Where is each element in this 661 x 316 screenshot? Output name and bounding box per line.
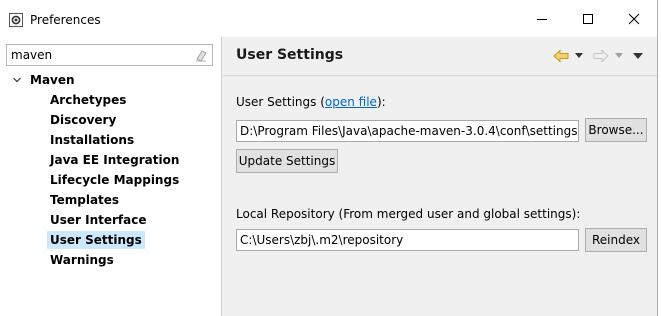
- close-button[interactable]: [611, 4, 657, 34]
- reindex-button[interactable]: Reindex: [585, 228, 647, 252]
- filter-input[interactable]: [9, 46, 191, 64]
- open-file-link[interactable]: open file: [325, 95, 377, 109]
- app-icon: [9, 13, 23, 27]
- tree-item-lifecycle-mappings[interactable]: Lifecycle Mappings: [47, 171, 182, 189]
- back-button[interactable]: [553, 47, 569, 65]
- tree-item-maven[interactable]: Maven: [10, 71, 75, 89]
- preference-tree-pane: Maven Archetypes Discovery Installations…: [0, 37, 222, 316]
- page-title: User Settings: [236, 47, 344, 63]
- user-settings-path-field[interactable]: D:\Program Files\Java\apache-maven-3.0.4…: [236, 120, 579, 142]
- tree-item-discovery[interactable]: Discovery: [47, 111, 119, 129]
- tree-item-user-interface[interactable]: User Interface: [47, 211, 150, 229]
- view-menu-button[interactable]: [633, 47, 643, 65]
- tree-item-user-settings[interactable]: User Settings: [47, 231, 145, 249]
- arrow-left-icon: [553, 49, 569, 63]
- tree-item-label: Maven: [30, 73, 75, 87]
- preferences-window: Preferences maven Maven Archetypes Disco…: [0, 0, 658, 316]
- preference-page: User Settings User Settings (open file):…: [223, 37, 657, 316]
- local-repository-path-field[interactable]: C:\Users\zbj\.m2\repository: [236, 229, 579, 251]
- browse-button[interactable]: Browse...: [585, 118, 647, 142]
- forward-dropdown[interactable]: [615, 47, 623, 65]
- update-settings-button[interactable]: Update Settings: [236, 149, 338, 173]
- local-repository-label: Local Repository (From merged user and g…: [236, 207, 581, 221]
- user-settings-label-pre: User Settings (: [236, 95, 325, 109]
- maximize-button[interactable]: [565, 4, 611, 34]
- title-bar: Preferences: [0, 0, 657, 37]
- view-menu-icon: [633, 52, 643, 59]
- minimize-button[interactable]: [519, 4, 565, 34]
- maximize-icon: [583, 14, 593, 24]
- forward-button[interactable]: [593, 47, 609, 65]
- back-dropdown[interactable]: [575, 47, 583, 65]
- tree-item-java-ee-integration[interactable]: Java EE Integration: [47, 151, 182, 169]
- chevron-down-icon: [575, 53, 583, 58]
- tree-item-installations[interactable]: Installations: [47, 131, 137, 149]
- filter-field[interactable]: [6, 44, 213, 66]
- minimize-icon: [537, 19, 547, 20]
- user-settings-label-post: ):: [376, 95, 386, 109]
- close-icon: [628, 13, 640, 25]
- eraser-icon[interactable]: [194, 48, 208, 62]
- chevron-down-icon[interactable]: [10, 71, 24, 89]
- tree-item-archetypes[interactable]: Archetypes: [47, 91, 129, 109]
- header-divider: [223, 75, 657, 76]
- tree-item-templates[interactable]: Templates: [47, 191, 122, 209]
- window-title: Preferences: [30, 13, 101, 27]
- page-navigation: [553, 47, 643, 65]
- user-settings-label: User Settings (open file):: [236, 95, 386, 109]
- tree-item-warnings[interactable]: Warnings: [47, 251, 117, 269]
- arrow-right-icon: [593, 49, 609, 63]
- chevron-down-icon: [615, 53, 623, 58]
